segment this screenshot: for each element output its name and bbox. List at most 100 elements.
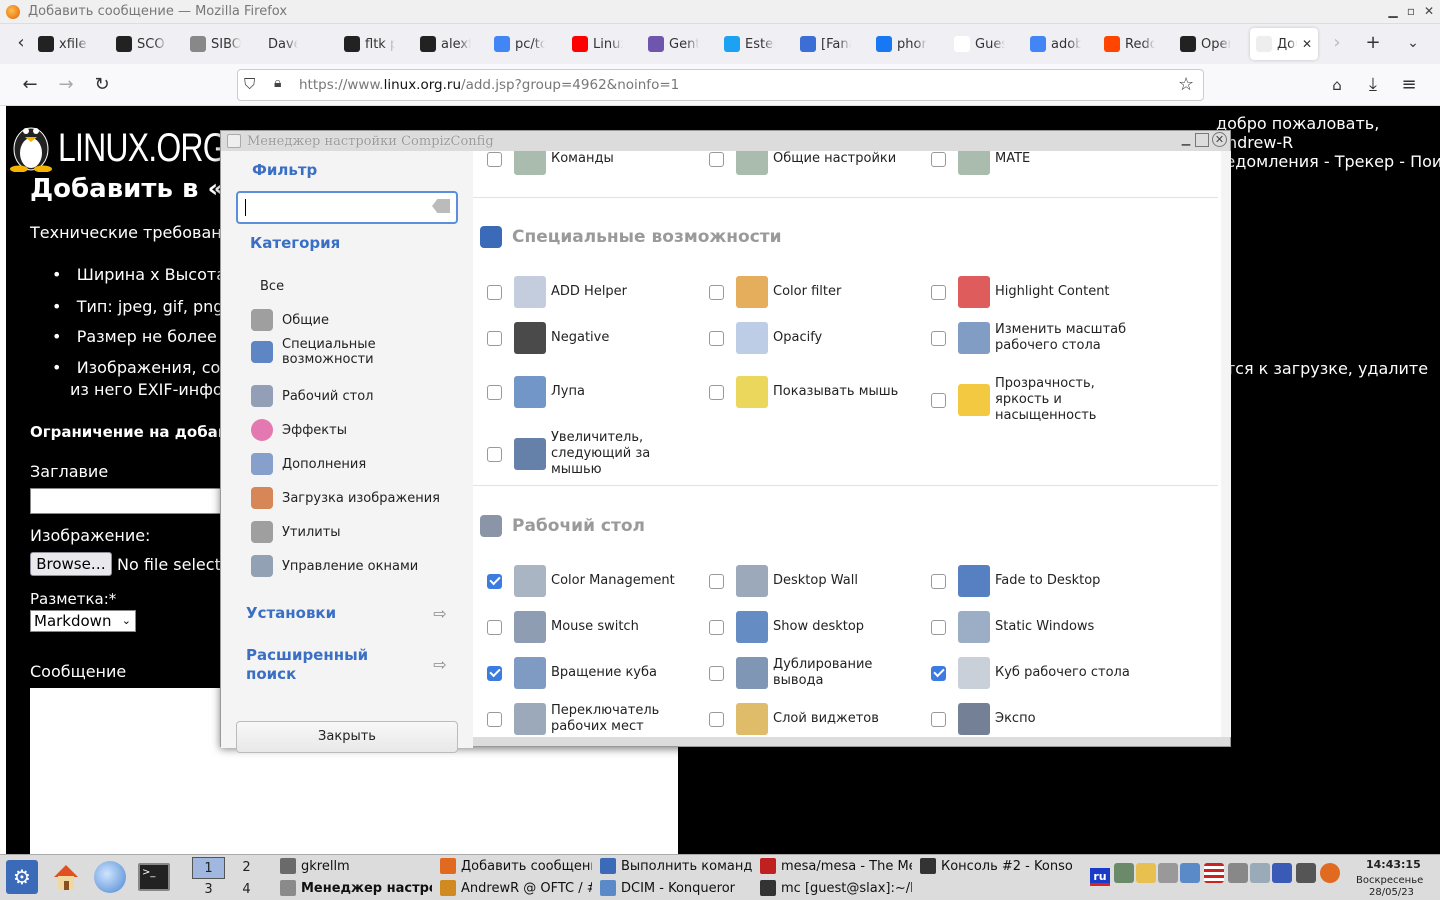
- close-icon[interactable]: ✕: [1212, 132, 1227, 147]
- new-tab-icon[interactable]: +: [1362, 32, 1384, 54]
- tray-icon[interactable]: [1228, 863, 1248, 883]
- url-bar[interactable]: ⛉ 🔒︎ https://www.linux.org.ru/add.jsp?gr…: [237, 69, 1204, 101]
- keyboard-layout-indicator[interactable]: ru: [1090, 868, 1110, 886]
- plugin-checkbox[interactable]: [487, 619, 502, 635]
- tray-icon[interactable]: [1272, 863, 1292, 883]
- volume-icon[interactable]: [1158, 863, 1178, 883]
- home-icon[interactable]: [50, 861, 82, 893]
- plugin-checkbox[interactable]: [709, 284, 724, 300]
- task-button[interactable]: Добавить сообщение: [440, 855, 592, 877]
- category-item[interactable]: Общие: [251, 307, 329, 333]
- arrow-right-icon[interactable]: ⇨: [431, 605, 449, 623]
- tab-13[interactable]: Gues: [954, 28, 1024, 60]
- menu-icon[interactable]: ≡: [1398, 74, 1420, 96]
- tab-scroll-left-icon[interactable]: ‹: [10, 32, 32, 54]
- plugin-item[interactable]: Переключатель рабочих мест: [487, 703, 701, 735]
- site-nav[interactable]: ведомления - Трекер - Поиск: [1216, 152, 1440, 171]
- maximize-icon[interactable]: ▫: [1404, 4, 1418, 18]
- plugin-checkbox[interactable]: [931, 330, 946, 346]
- plugin-item[interactable]: Прозрачность, яркость и насыщенность: [931, 376, 1145, 424]
- minimize-icon[interactable]: ▁: [1179, 133, 1193, 147]
- scrollbar[interactable]: [1221, 151, 1231, 737]
- tab-3[interactable]: SIBO: [190, 28, 260, 60]
- task-button[interactable]: Выполнить команду: [600, 855, 752, 877]
- plugin-item[interactable]: Highlight Content: [931, 276, 1145, 308]
- tab-9[interactable]: Gento: [648, 28, 718, 60]
- network-icon[interactable]: [1180, 863, 1200, 883]
- shield-icon[interactable]: ⛉: [244, 75, 255, 93]
- plugin-checkbox[interactable]: [931, 392, 946, 408]
- tab-4[interactable]: Dave Wa: [268, 28, 338, 60]
- close-icon[interactable]: ✕: [1422, 4, 1436, 18]
- tab-14[interactable]: adobe: [1030, 28, 1100, 60]
- plugin-checkbox[interactable]: [709, 665, 724, 681]
- clock-time[interactable]: 14:43:15: [1366, 858, 1421, 871]
- plugin-checkbox[interactable]: [487, 665, 502, 681]
- bookmark-star-icon[interactable]: ☆: [1178, 74, 1194, 95]
- plugin-item[interactable]: Увеличитель, следующий за мышью: [487, 430, 701, 478]
- plugin-item[interactable]: Color filter: [709, 276, 923, 308]
- filter-input[interactable]: [236, 191, 458, 224]
- title-input[interactable]: [30, 488, 230, 514]
- downloads-icon[interactable]: ⤓: [1362, 74, 1384, 96]
- tray-icon[interactable]: [1296, 863, 1316, 883]
- plugin-item[interactable]: Экспо: [931, 703, 1145, 735]
- tray-icon[interactable]: [1320, 863, 1340, 883]
- desktop-pager-3[interactable]: 3: [192, 879, 225, 901]
- plugin-item[interactable]: Лупа: [487, 376, 701, 408]
- us-flag-icon[interactable]: [1204, 863, 1224, 883]
- list-tabs-icon[interactable]: ⌄: [1402, 32, 1424, 54]
- desktop-pager-2[interactable]: 2: [230, 857, 263, 879]
- plugin-checkbox[interactable]: [487, 384, 502, 400]
- plugin-item[interactable]: Desktop Wall: [709, 565, 923, 597]
- tab-8[interactable]: Linux: [572, 28, 642, 60]
- tab-16[interactable]: Open: [1180, 28, 1250, 60]
- tab-1[interactable]: xfile: [38, 28, 108, 60]
- plugin-item[interactable]: Fade to Desktop: [931, 565, 1145, 597]
- task-button[interactable]: Консоль #2 - Konsole: [920, 855, 1072, 877]
- plugin-item[interactable]: Negative: [487, 322, 701, 354]
- plugin-item[interactable]: ADD Helper: [487, 276, 701, 308]
- plugin-top-2[interactable]: MATE: [931, 151, 1145, 175]
- plugin-item[interactable]: Mouse switch: [487, 611, 701, 643]
- task-button[interactable]: DCIM - Konqueror: [600, 877, 752, 899]
- reload-icon[interactable]: ↻: [91, 74, 113, 96]
- category-item[interactable]: Все: [260, 273, 284, 299]
- plugin-checkbox[interactable]: [709, 619, 724, 635]
- arrow-right-icon[interactable]: ⇨: [431, 656, 449, 674]
- category-item[interactable]: Дополнения: [251, 451, 366, 477]
- category-item[interactable]: Загрузка изображения: [251, 485, 440, 511]
- plugin-item[interactable]: Показывать мышь: [709, 376, 923, 408]
- plugin-checkbox[interactable]: [487, 711, 502, 727]
- tab-10[interactable]: Estell: [724, 28, 794, 60]
- category-item[interactable]: Специальные возможности: [251, 337, 392, 367]
- plugin-checkbox[interactable]: [931, 284, 946, 300]
- tab-11[interactable]: [Fana: [800, 28, 870, 60]
- close-button[interactable]: Закрыть: [236, 721, 458, 753]
- url-text[interactable]: https://www.linux.org.ru/add.jsp?group=4…: [299, 77, 679, 93]
- desktop-pager-1[interactable]: 1: [192, 857, 225, 879]
- category-item[interactable]: Управление окнами: [251, 553, 418, 579]
- plugin-checkbox[interactable]: [931, 665, 946, 681]
- terminal-icon[interactable]: >_: [138, 863, 170, 891]
- forward-icon[interactable]: →: [55, 74, 77, 96]
- markup-select[interactable]: Markdown ⌄: [30, 610, 136, 632]
- plugin-checkbox[interactable]: [487, 151, 502, 167]
- kde-app-icon[interactable]: [1136, 863, 1156, 883]
- plugin-item[interactable]: Opacify: [709, 322, 923, 354]
- plugin-checkbox[interactable]: [487, 446, 502, 462]
- plugin-checkbox[interactable]: [487, 330, 502, 346]
- clear-input-icon[interactable]: [432, 199, 450, 213]
- tab-17[interactable]: Доб ✕: [1250, 28, 1318, 60]
- plugin-top-0[interactable]: Команды: [487, 151, 701, 175]
- plugin-item[interactable]: Color Management: [487, 565, 701, 597]
- pocket-icon[interactable]: ⌂: [1326, 74, 1348, 96]
- tray-icon[interactable]: [1250, 863, 1270, 883]
- browser-launcher-icon[interactable]: [94, 861, 126, 893]
- tab-6[interactable]: alexf: [420, 28, 490, 60]
- plugin-item[interactable]: Show desktop: [709, 611, 923, 643]
- plugin-item[interactable]: Слой виджетов: [709, 703, 923, 735]
- plugin-checkbox[interactable]: [931, 619, 946, 635]
- desktop-pager-4[interactable]: 4: [230, 879, 263, 901]
- advanced-search-heading[interactable]: Расширенный поиск: [246, 646, 376, 684]
